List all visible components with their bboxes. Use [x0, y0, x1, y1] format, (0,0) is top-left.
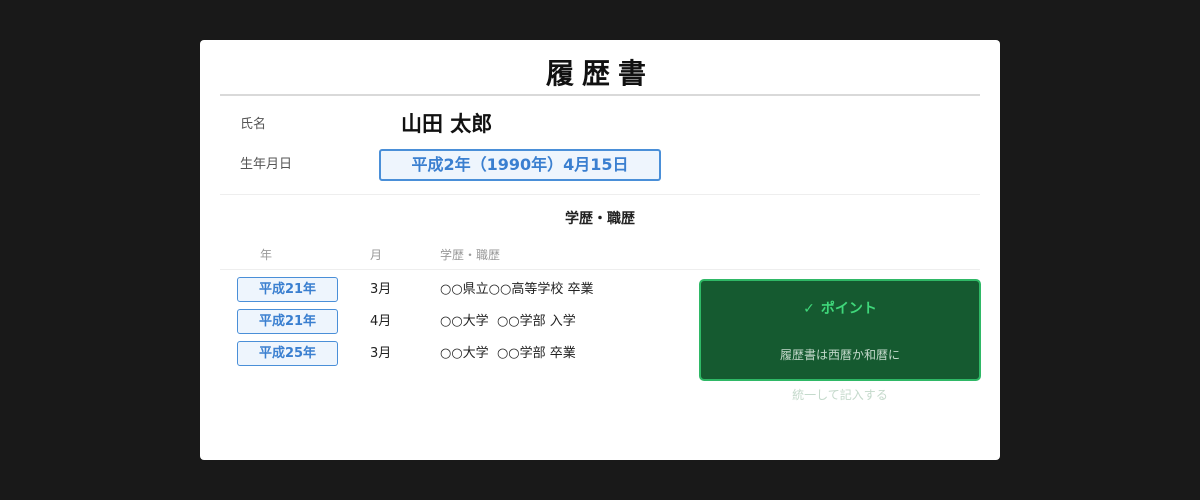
year-badge: 平成21年	[237, 309, 338, 334]
table-row: 平成25年 3月 ○○大学 ○○学部 卒業	[200, 341, 680, 367]
table-row: 平成21年 4月 ○○大学 ○○学部 入学	[200, 309, 680, 335]
point-body-line: 統一して記入する	[792, 388, 888, 402]
description-cell: ○○大学 ○○学部 入学	[440, 314, 576, 329]
history-section-title: 学歴・職歴	[565, 211, 635, 227]
point-callout: ✓ ポイント 履歴書は西暦か和暦に 統一して記入する	[699, 279, 981, 402]
document-title: 履歴書	[545, 57, 654, 90]
year-badge: 平成25年	[237, 341, 338, 366]
table-row: 平成21年 3月 ○○県立○○高等学校 卒業	[200, 277, 680, 303]
dob-value-highlight: 平成2年（1990年）4月15日	[379, 149, 661, 181]
description-cell: ○○大学 ○○学部 卒業	[440, 346, 576, 361]
point-body: 履歴書は西暦か和暦に 統一して記入する	[701, 325, 979, 425]
section-divider	[220, 194, 980, 195]
name-value: 山田 太郎	[401, 112, 493, 136]
table-header-divider	[220, 269, 980, 270]
column-header-description: 学歴・職歴	[440, 248, 501, 262]
description-cell: ○○県立○○高等学校 卒業	[440, 282, 594, 297]
point-title-label: ポイント	[820, 301, 877, 317]
month-cell: 3月	[370, 346, 392, 361]
point-body-line: 履歴書は西暦か和暦に	[779, 348, 900, 362]
month-cell: 3月	[370, 282, 392, 297]
year-badge: 平成21年	[237, 277, 338, 302]
month-cell: 4月	[370, 314, 392, 329]
check-icon: ✓	[803, 301, 815, 317]
title-divider	[220, 94, 980, 96]
resume-card: 履歴書 氏名 山田 太郎 生年月日 平成2年（1990年）4月15日 学歴・職歴…	[200, 40, 1000, 460]
name-label: 氏名	[240, 117, 267, 132]
dob-label: 生年月日	[240, 157, 293, 172]
column-header-year: 年	[260, 248, 273, 262]
point-title: ✓ ポイント	[701, 299, 979, 319]
column-header-month: 月	[370, 248, 383, 262]
